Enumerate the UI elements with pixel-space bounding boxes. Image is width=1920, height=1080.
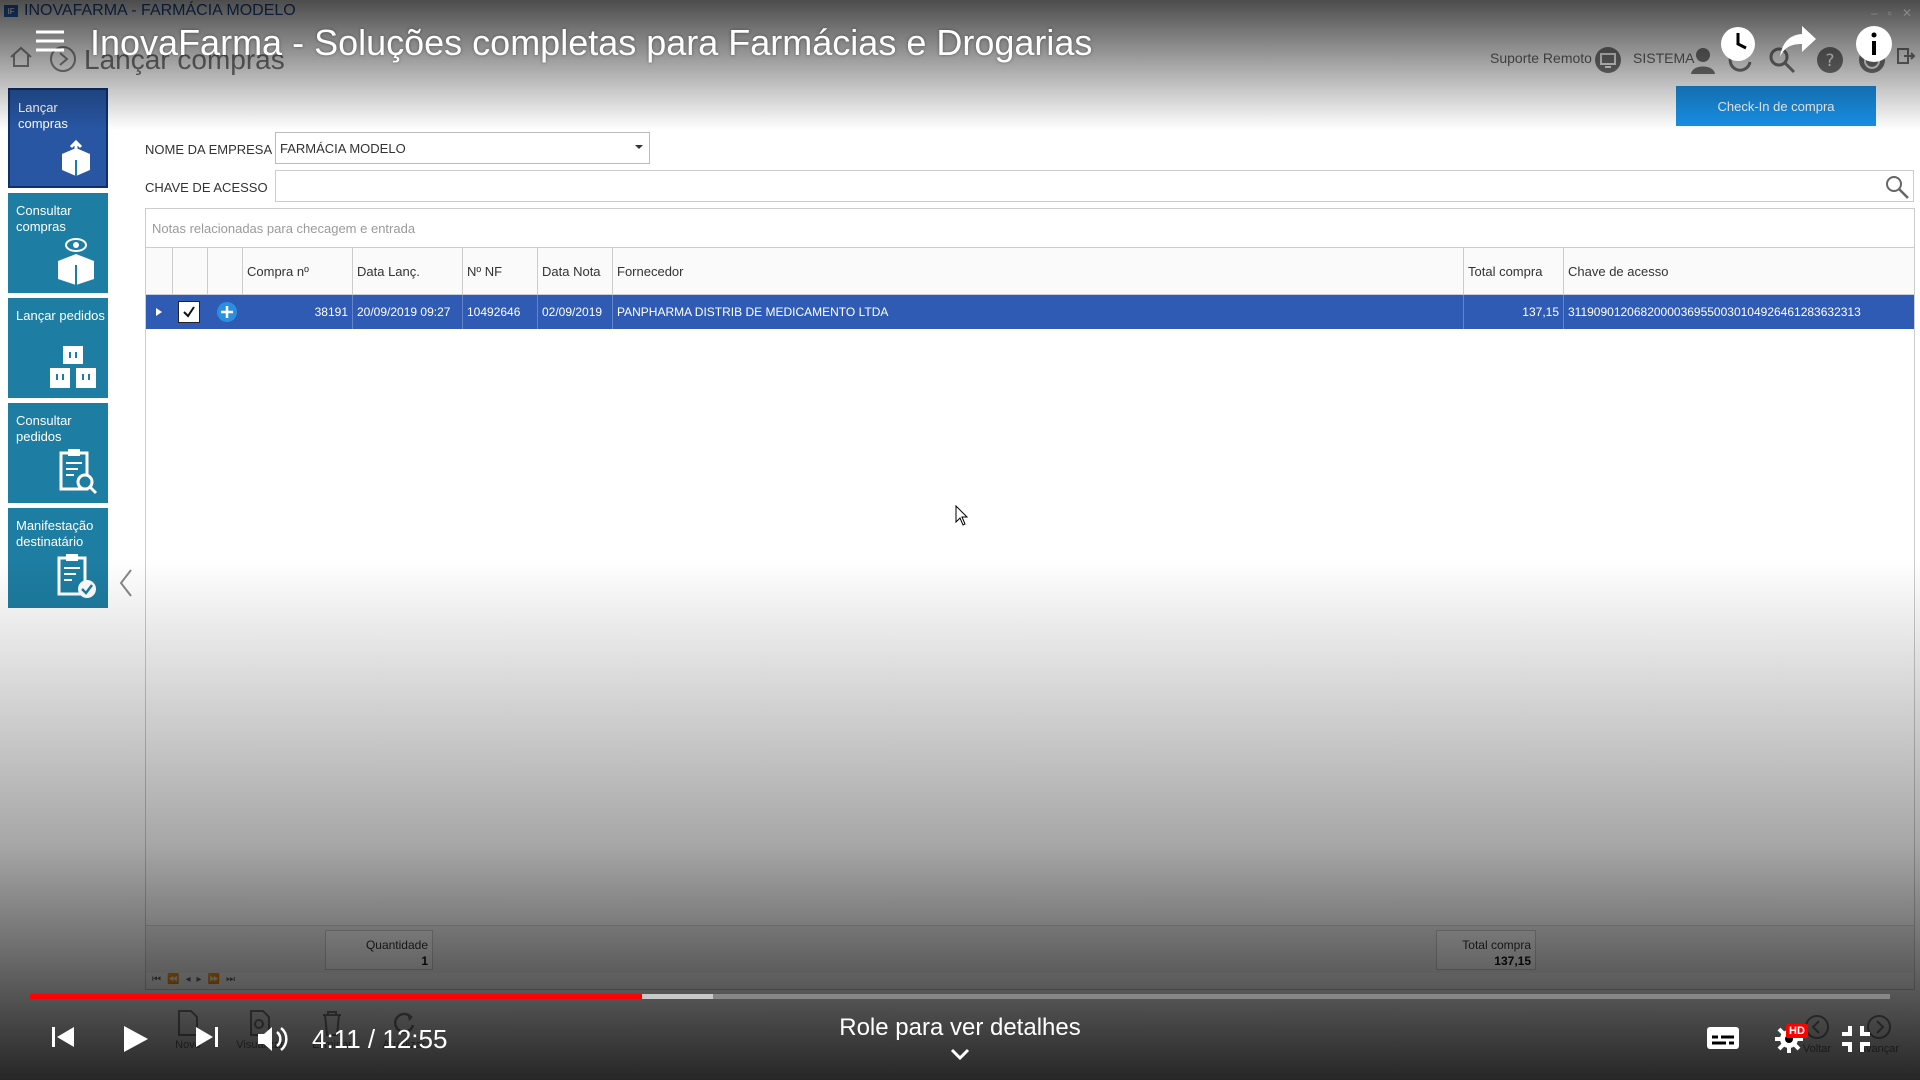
chave-label: CHAVE DE ACESSO: [145, 180, 268, 195]
cell-data-nota: 02/09/2019: [538, 295, 613, 329]
cell-nf: 10492646: [463, 295, 538, 329]
watch-later-icon[interactable]: [1718, 24, 1758, 64]
video-progress-bar[interactable]: [30, 994, 1890, 999]
sidebar-item-consultar-compras[interactable]: Consultar compras: [8, 193, 108, 293]
col-compra[interactable]: Compra nº: [243, 248, 353, 294]
minimize-icon[interactable]: –: [1871, 6, 1878, 20]
col-chave[interactable]: Chave de acesso: [1564, 248, 1914, 294]
total-summary: Total compra 137,15: [1436, 930, 1536, 970]
sidebar-item-label: Consultar compras: [16, 203, 72, 234]
played-bar: [30, 994, 642, 999]
empresa-select[interactable]: FARMÁCIA MODELO: [275, 132, 650, 164]
table-row[interactable]: 38191 20/09/2019 09:27 10492646 02/09/20…: [146, 295, 1914, 329]
total-label: Total compra: [1462, 938, 1531, 952]
sidebar: Lançar compras Consultar compras Lançar …: [8, 88, 108, 613]
checkin-button[interactable]: Check-In de compra: [1676, 86, 1876, 126]
chave-input[interactable]: [275, 170, 1914, 202]
col-add: [208, 248, 243, 294]
grid-caption: Notas relacionadas para checagem e entra…: [152, 221, 416, 236]
row-checkbox[interactable]: [178, 301, 200, 323]
sidebar-item-label: Consultar pedidos: [16, 413, 72, 444]
plus-circle-icon[interactable]: [216, 301, 238, 323]
chevron-down-icon: [635, 145, 643, 149]
app-logo: IF: [4, 5, 18, 17]
col-data-nota[interactable]: Data Nota: [538, 248, 613, 294]
sidebar-item-lancar-compras[interactable]: Lançar compras: [8, 88, 108, 188]
sidebar-item-lancar-pedidos[interactable]: Lançar pedidos: [8, 298, 108, 398]
search-icon[interactable]: [1884, 174, 1910, 200]
exit-fullscreen-icon[interactable]: [1840, 1024, 1872, 1054]
help-icon[interactable]: ?: [1816, 46, 1844, 74]
col-expander: [146, 248, 173, 294]
notes-grid: Notas relacionadas para checagem e entra…: [145, 208, 1915, 990]
total-value: 137,15: [1494, 954, 1531, 968]
quantidade-summary: Quantidade 1: [325, 930, 433, 970]
quantidade-value: 1: [421, 954, 428, 968]
cell-compra: 38191: [243, 295, 353, 329]
restore-icon[interactable]: ▫: [1888, 6, 1892, 20]
sidebar-item-label: Lançar pedidos: [16, 308, 105, 323]
empresa-label: NOME DA EMPRESA: [145, 142, 273, 157]
sidebar-item-consultar-pedidos[interactable]: Consultar pedidos: [8, 403, 108, 503]
cell-data-lanc: 20/09/2019 09:27: [353, 295, 463, 329]
grid-header: Compra nº Data Lanç. Nº NF Data Nota For…: [146, 247, 1914, 295]
collapse-sidebar-icon[interactable]: [118, 568, 134, 598]
sidebar-item-label: Lançar compras: [18, 100, 68, 131]
caret-right-icon[interactable]: [156, 308, 162, 316]
window-title: INOVAFARMA - FARMÁCIA MODELO: [24, 2, 296, 19]
share-icon[interactable]: [1778, 24, 1818, 60]
col-nf[interactable]: Nº NF: [463, 248, 538, 294]
svg-text:?: ?: [1825, 51, 1834, 71]
menu-icon[interactable]: [36, 30, 64, 52]
mouse-cursor-icon: [955, 505, 969, 526]
hd-badge: HD: [1786, 1024, 1808, 1038]
cell-total: 137,15: [1464, 295, 1564, 329]
window-title-bar: IF INOVAFARMA - FARMÁCIA MODELO: [0, 0, 1920, 22]
subtitles-icon[interactable]: [1706, 1024, 1740, 1052]
clipboard-check-icon: [57, 554, 96, 598]
quantidade-label: Quantidade: [365, 938, 428, 952]
col-total[interactable]: Total compra: [1464, 248, 1564, 294]
logout-icon[interactable]: [1896, 46, 1916, 66]
home-icon[interactable]: [8, 44, 34, 70]
sidebar-item-manifestacao[interactable]: Manifestação destinatário: [8, 508, 108, 608]
cell-chave: 3119090120682000036955003010492646128363…: [1568, 305, 1861, 319]
sidebar-item-label: Manifestação destinatário: [16, 518, 94, 549]
grid-navigator[interactable]: ⏮⏪◂▸⏩⏭: [152, 974, 241, 985]
suporte-remoto-link[interactable]: Suporte Remoto: [1490, 50, 1592, 66]
cell-fornecedor: PANPHARMA DISTRIB DE MEDICAMENTO LTDA: [613, 295, 1464, 329]
sistema-label[interactable]: SISTEMA: [1633, 50, 1694, 66]
close-icon[interactable]: ✕: [1902, 6, 1912, 20]
user-icon[interactable]: [1690, 46, 1716, 74]
info-icon[interactable]: [1854, 24, 1894, 64]
clipboard-search-icon: [59, 449, 98, 495]
empresa-value: FARMÁCIA MODELO: [280, 141, 406, 156]
window-controls: – ▫ ✕: [1871, 6, 1912, 20]
col-check: [173, 248, 208, 294]
col-fornecedor[interactable]: Fornecedor: [613, 248, 1464, 294]
chevron-down-icon[interactable]: [950, 1048, 970, 1060]
video-title[interactable]: InovaFarma - Soluções completas para Far…: [90, 22, 1092, 64]
boxes-icon: [50, 346, 96, 388]
box-eye-icon: [58, 238, 94, 285]
monitor-icon[interactable]: [1594, 46, 1622, 74]
col-data-lanc[interactable]: Data Lanç.: [353, 248, 463, 294]
scroll-hint[interactable]: Role para ver detalhes: [0, 1014, 1920, 1042]
video-player-controls: 4:11 / 12:55 Role para ver detalhes HD: [0, 990, 1920, 1080]
checkmark-icon: [183, 306, 195, 318]
grid-summary: Quantidade 1 Total compra 137,15: [146, 925, 1914, 973]
box-upload-icon: [62, 139, 90, 176]
